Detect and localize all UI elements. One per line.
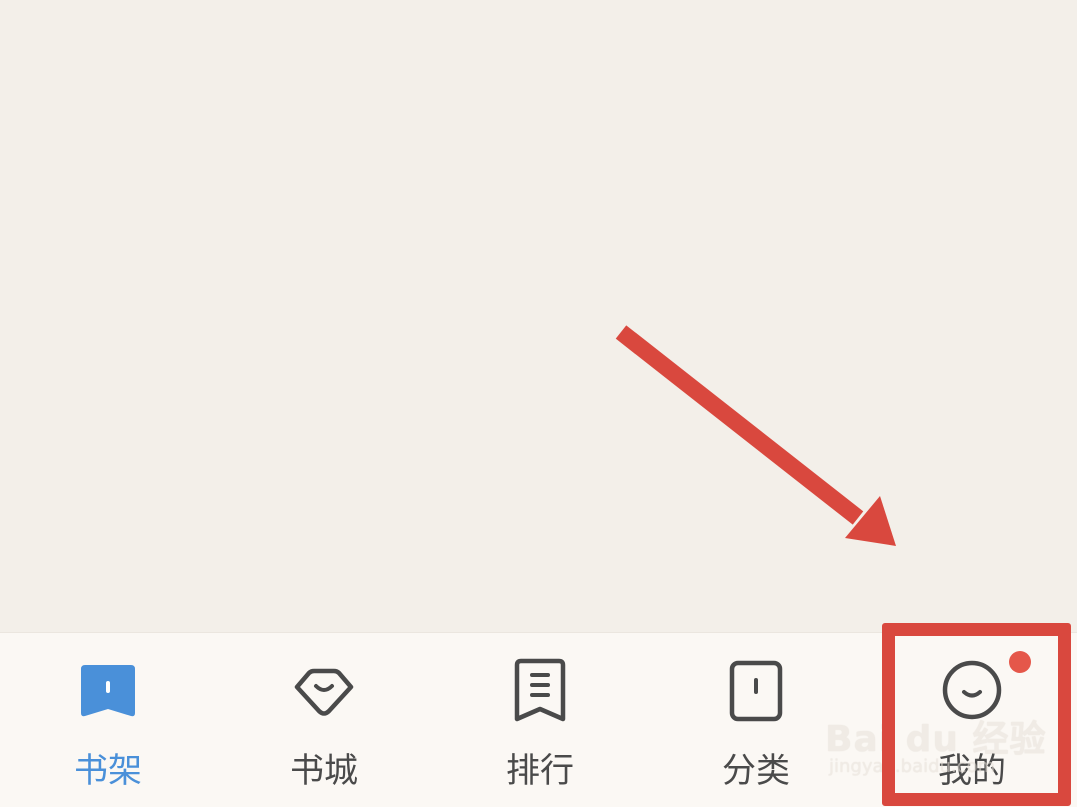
tab-label: 排行 [506,751,574,791]
category-icon [721,655,791,725]
tab-bookshelf[interactable]: 书架 [0,633,216,807]
tab-label: 书城 [290,751,358,791]
content-area [0,0,1077,632]
annotation-highlight-box [882,623,1071,806]
ranking-icon [505,655,575,725]
bookshelf-icon [73,655,143,725]
bookstore-icon [289,655,359,725]
tab-label: 书架 [74,751,142,791]
tab-bookstore[interactable]: 书城 [216,633,432,807]
tab-ranking[interactable]: 排行 [432,633,648,807]
